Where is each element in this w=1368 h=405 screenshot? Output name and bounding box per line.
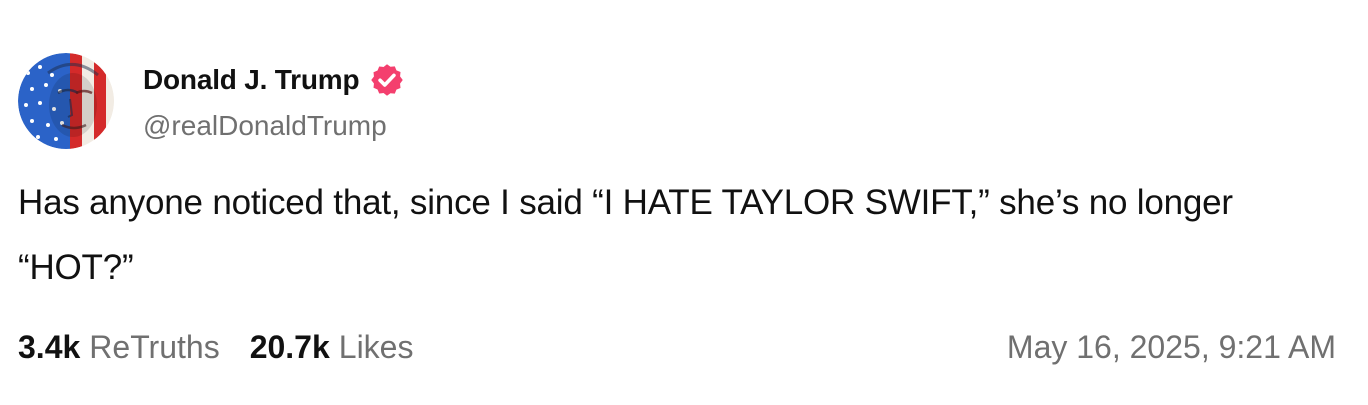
likes-count: 20.7k [249, 328, 330, 365]
retruths-stat[interactable]: 3.4k ReTruths [18, 329, 220, 366]
author-handle[interactable]: @realDonaldTrump [143, 110, 387, 142]
likes-stat[interactable]: 20.7k Likes [250, 329, 414, 366]
likes-label: Likes [338, 328, 414, 365]
retruths-count: 3.4k [18, 328, 81, 365]
truth-post: Donald J. Trump @realDonaldTrump Has any… [0, 0, 1368, 405]
avatar-image [18, 53, 114, 149]
author-display-name[interactable]: Donald J. Trump [143, 64, 360, 96]
avatar[interactable] [18, 53, 114, 149]
retruths-label: ReTruths [89, 328, 220, 365]
post-footer: 3.4k ReTruths 20.7k Likes May 16, 2025, … [18, 322, 1336, 372]
verified-badge-icon [369, 62, 405, 98]
post-timestamp[interactable]: May 16, 2025, 9:21 AM [1007, 329, 1336, 366]
author-name-row: Donald J. Trump [143, 60, 405, 100]
post-text: Has anyone noticed that, since I said “I… [18, 183, 1233, 287]
